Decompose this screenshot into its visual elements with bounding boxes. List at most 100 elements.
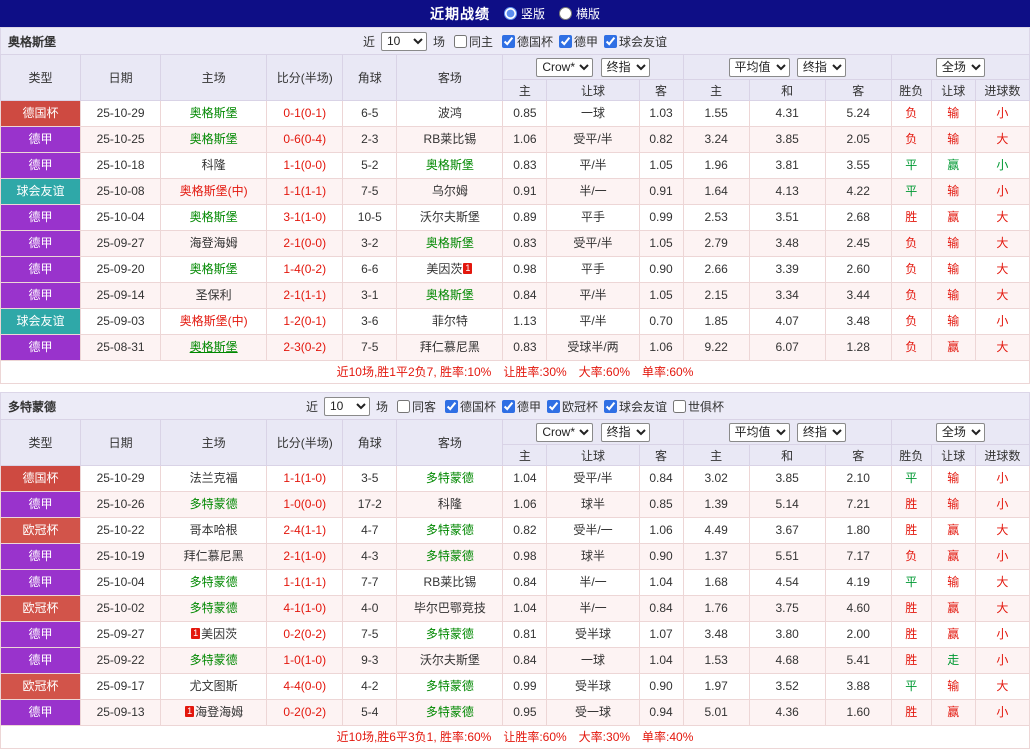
away-team-link[interactable]: 多特蒙德 bbox=[426, 705, 474, 719]
home-team-link[interactable]: 尤文图斯 bbox=[190, 679, 238, 693]
away-team-link[interactable]: 沃尔夫斯堡 bbox=[420, 210, 480, 224]
away-team-link[interactable]: 科隆 bbox=[438, 497, 462, 511]
odds-provider-select[interactable]: Crow* bbox=[536, 57, 594, 77]
competition-filter[interactable]: 欧冠杯 bbox=[541, 398, 598, 415]
full-match-select[interactable]: 全场 bbox=[935, 57, 985, 77]
home-team-link[interactable]: 奥格斯堡(中) bbox=[180, 314, 248, 328]
odds-group-header: Crow* 终指 bbox=[502, 54, 684, 80]
odds-home-cell: 0.83 bbox=[502, 334, 548, 361]
away-team-link[interactable]: 菲尔特 bbox=[432, 314, 468, 328]
odds-home-cell: 1.04 bbox=[502, 465, 548, 492]
score-cell: 1-0(1-0) bbox=[266, 647, 344, 674]
home-team-link[interactable]: 海登海姆 bbox=[195, 705, 243, 719]
home-team-link[interactable]: 多特蒙德 bbox=[190, 497, 238, 511]
home-team-link[interactable]: 奥格斯堡 bbox=[190, 106, 238, 120]
match-row: 德甲 25-08-31 奥格斯堡 2-3(0-2) 7-5 拜仁慕尼黑 0.83 受球半/两 1… bbox=[0, 334, 1030, 361]
competition-checkbox[interactable] bbox=[444, 399, 458, 413]
odds-home-cell: 0.83 bbox=[502, 230, 548, 257]
home-team-cell: 科隆 bbox=[160, 152, 268, 179]
match-count-select[interactable]: 10 bbox=[323, 396, 370, 416]
away-team-link[interactable]: 毕尔巴鄂竞技 bbox=[414, 601, 486, 615]
competition-filter[interactable]: 球会友谊 bbox=[598, 398, 667, 415]
odds-home-cell: 0.81 bbox=[502, 621, 548, 648]
home-team-cell: 奥格斯堡 bbox=[160, 204, 268, 231]
competition-checkbox[interactable] bbox=[502, 399, 515, 413]
competition-filter[interactable]: 世俱杯 bbox=[667, 398, 724, 415]
away-team-link[interactable]: 沃尔夫斯堡 bbox=[420, 653, 480, 667]
home-team-link[interactable]: 奥格斯堡 bbox=[190, 210, 238, 224]
match-count-select[interactable]: 10 bbox=[380, 31, 427, 51]
away-team-link[interactable]: 多特蒙德 bbox=[426, 549, 474, 563]
avg-type-select[interactable]: 平均值 bbox=[728, 422, 790, 442]
away-team-link[interactable]: 奥格斯堡 bbox=[426, 236, 474, 250]
competition-filter[interactable]: 德甲 bbox=[496, 398, 541, 415]
summary-line: 近10场,胜1平2负7, 胜率:10% 让胜率:30% 大率:60% 单率:60… bbox=[0, 361, 1030, 384]
competition-filter[interactable]: 球会友谊 bbox=[598, 33, 667, 50]
home-team-link[interactable]: 哥本哈根 bbox=[190, 523, 238, 537]
away-team-link[interactable]: 波鸿 bbox=[438, 106, 462, 120]
same-venue-checkbox[interactable] bbox=[396, 399, 410, 413]
competition-checkbox[interactable] bbox=[559, 34, 573, 48]
odds-provider-select[interactable]: Crow* bbox=[536, 422, 594, 442]
sub-header-avg-away: 客 bbox=[824, 444, 892, 466]
competition-checkbox[interactable] bbox=[502, 34, 515, 48]
odds-time-select[interactable]: 终指 bbox=[600, 57, 650, 77]
home-team-link[interactable]: 科隆 bbox=[202, 158, 226, 172]
vertical-radio[interactable] bbox=[503, 7, 517, 20]
home-team-link[interactable]: 奥格斯堡 bbox=[190, 262, 238, 276]
competition-filter[interactable]: 德国杯 bbox=[439, 398, 496, 415]
full-match-select[interactable]: 全场 bbox=[935, 422, 985, 442]
layout-option-vertical[interactable]: 竖版 bbox=[503, 5, 545, 22]
odds-handicap-cell: 半/一 bbox=[546, 595, 640, 622]
avg-type-select[interactable]: 平均值 bbox=[728, 57, 790, 77]
avg-time-select[interactable]: 终指 bbox=[796, 422, 846, 442]
same-venue-filter[interactable]: 同客 bbox=[391, 398, 436, 415]
match-row: 德甲 25-09-27 海登海姆 2-1(0-0) 3-2 奥格斯堡 0.83 受平/半 1.0… bbox=[0, 230, 1030, 257]
away-team-cell: 毕尔巴鄂竞技 bbox=[396, 595, 504, 622]
home-team-cell: 多特蒙德 bbox=[160, 569, 268, 596]
same-venue-checkbox[interactable] bbox=[453, 34, 467, 48]
home-team-link[interactable]: 拜仁慕尼黑 bbox=[184, 549, 244, 563]
home-team-link[interactable]: 多特蒙德 bbox=[190, 575, 238, 589]
away-team-link[interactable]: RB莱比锡 bbox=[424, 575, 477, 589]
home-team-link[interactable]: 法兰克福 bbox=[190, 471, 238, 485]
away-team-link[interactable]: 多特蒙德 bbox=[426, 627, 474, 641]
competition-filter[interactable]: 德国杯 bbox=[496, 33, 553, 50]
competition-checkbox[interactable] bbox=[547, 399, 561, 413]
odds-away-cell: 0.90 bbox=[638, 543, 684, 570]
competition-label: 德国杯 bbox=[459, 399, 496, 414]
odds-time-select[interactable]: 终指 bbox=[600, 422, 650, 442]
competition-badge: 球会友谊 bbox=[0, 308, 82, 335]
competition-checkbox[interactable] bbox=[604, 399, 618, 413]
odds-home-cell: 0.84 bbox=[502, 647, 548, 674]
away-team-link[interactable]: 多特蒙德 bbox=[426, 523, 474, 537]
competition-filter[interactable]: 德甲 bbox=[553, 33, 598, 50]
away-team-link[interactable]: 多特蒙德 bbox=[426, 471, 474, 485]
competition-badge: 德甲 bbox=[0, 230, 82, 257]
home-team-link[interactable]: 多特蒙德 bbox=[190, 653, 238, 667]
away-team-link[interactable]: 拜仁慕尼黑 bbox=[420, 340, 480, 354]
home-team-link[interactable]: 多特蒙德 bbox=[190, 601, 238, 615]
home-team-link[interactable]: 奥格斯堡 bbox=[190, 132, 238, 146]
same-venue-filter[interactable]: 同主 bbox=[448, 33, 493, 50]
away-team-link[interactable]: RB莱比锡 bbox=[424, 132, 477, 146]
competition-checkbox[interactable] bbox=[673, 399, 687, 413]
layout-option-horizontal[interactable]: 横版 bbox=[559, 5, 600, 22]
away-team-link[interactable]: 乌尔姆 bbox=[432, 184, 468, 198]
horizontal-radio[interactable] bbox=[559, 7, 572, 20]
same-venue-label: 同客 bbox=[411, 399, 436, 414]
competition-checkbox[interactable] bbox=[604, 34, 618, 48]
away-team-link[interactable]: 奥格斯堡 bbox=[426, 288, 474, 302]
away-team-link[interactable]: 多特蒙德 bbox=[426, 679, 474, 693]
result-handicap-cell: 走 bbox=[930, 647, 976, 674]
home-team-link[interactable]: 奥格斯堡 bbox=[190, 340, 238, 354]
away-team-link[interactable]: 美因茨 bbox=[426, 262, 462, 276]
home-team-link[interactable]: 海登海姆 bbox=[190, 236, 238, 250]
result-goals-cell: 小 bbox=[974, 699, 1030, 726]
away-team-link[interactable]: 奥格斯堡 bbox=[426, 158, 474, 172]
competition-label: 欧冠杯 bbox=[562, 399, 599, 414]
home-team-link[interactable]: 美因茨 bbox=[201, 627, 237, 641]
home-team-link[interactable]: 奥格斯堡(中) bbox=[180, 184, 248, 198]
avg-time-select[interactable]: 终指 bbox=[796, 57, 846, 77]
home-team-link[interactable]: 圣保利 bbox=[196, 288, 232, 302]
